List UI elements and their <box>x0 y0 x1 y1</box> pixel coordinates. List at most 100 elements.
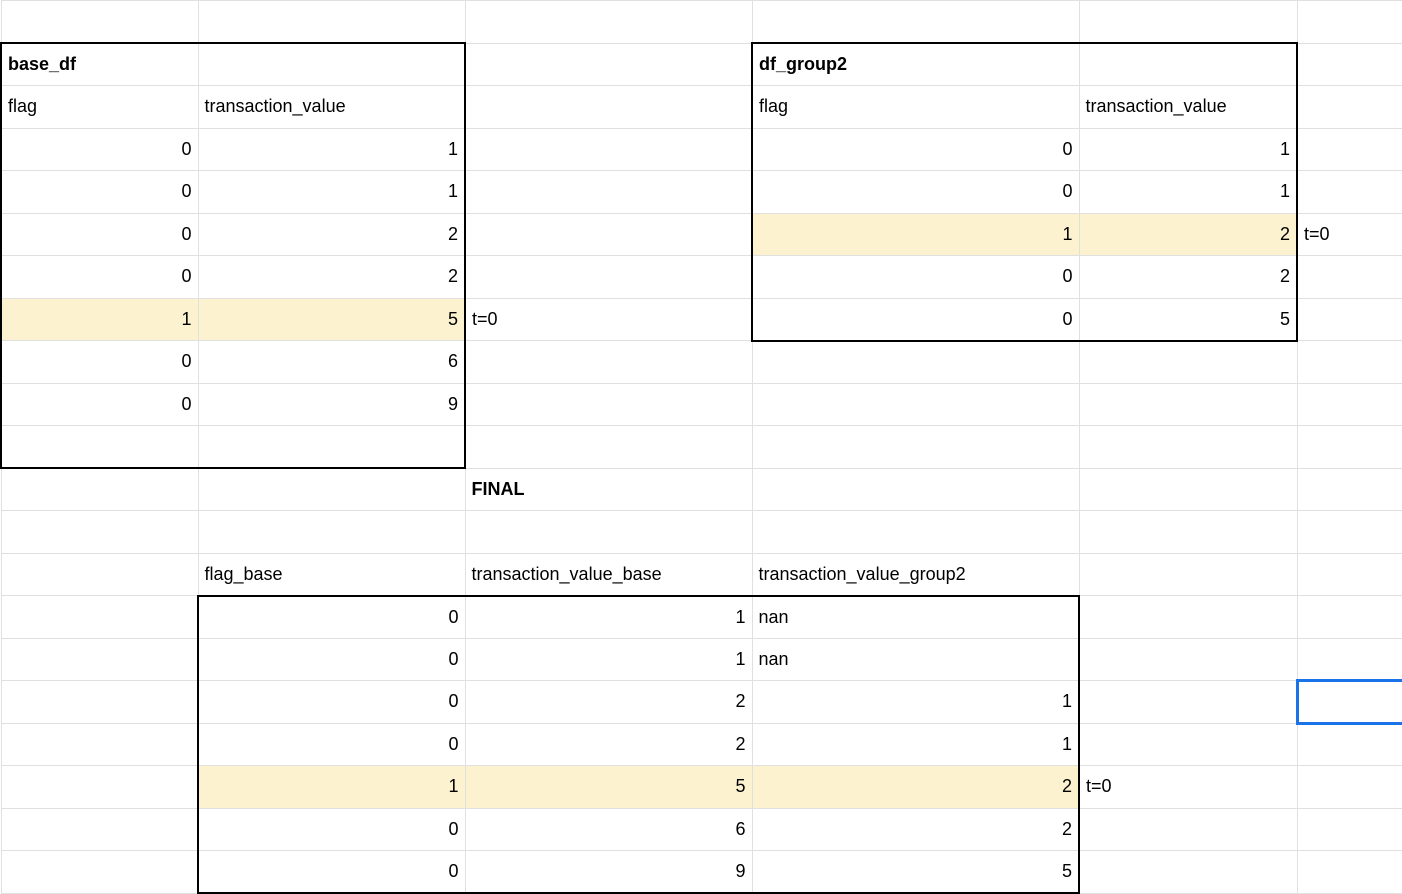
cell[interactable] <box>1297 468 1402 511</box>
cell[interactable] <box>465 171 752 214</box>
final-flag[interactable]: 0 <box>198 851 465 894</box>
final-txn-base-highlight[interactable]: 5 <box>465 766 752 809</box>
cell[interactable] <box>1 766 198 809</box>
cell[interactable] <box>465 383 752 426</box>
spreadsheet[interactable]: base_df df_group2 flag transaction_value… <box>0 0 1402 894</box>
cell[interactable] <box>465 256 752 299</box>
data-row[interactable]: 1 5 2 t=0 <box>1 766 1402 809</box>
base-txn-highlight[interactable]: 5 <box>198 298 465 341</box>
final-flag[interactable]: 0 <box>198 638 465 681</box>
data-row[interactable]: 1 5 t=0 0 5 <box>1 298 1402 341</box>
final-flag[interactable]: 0 <box>198 723 465 766</box>
cell[interactable] <box>465 511 752 554</box>
row-titles[interactable]: base_df df_group2 <box>1 43 1402 86</box>
cell[interactable] <box>1297 171 1402 214</box>
cell[interactable] <box>1 681 198 724</box>
base-txn[interactable]: 1 <box>198 171 465 214</box>
cell[interactable] <box>1297 383 1402 426</box>
cell[interactable] <box>1079 43 1297 86</box>
g2-txn[interactable]: 1 <box>1079 171 1297 214</box>
cell[interactable] <box>1079 426 1297 469</box>
cell[interactable] <box>1 596 198 639</box>
base-flag[interactable]: 0 <box>1 213 198 256</box>
final-txn-base[interactable]: 2 <box>465 681 752 724</box>
cell[interactable] <box>752 383 1079 426</box>
cell[interactable] <box>465 128 752 171</box>
cell[interactable] <box>1 468 198 511</box>
base-txn[interactable]: 2 <box>198 213 465 256</box>
final-txn-g2[interactable]: nan <box>752 596 1079 639</box>
cell[interactable] <box>465 86 752 129</box>
final-txn-base[interactable]: 1 <box>465 638 752 681</box>
data-row[interactable]: 0 9 <box>1 383 1402 426</box>
data-row[interactable] <box>1 426 1402 469</box>
cell[interactable] <box>1297 86 1402 129</box>
g2-flag[interactable]: 0 <box>752 128 1079 171</box>
cell[interactable] <box>465 43 752 86</box>
cell[interactable] <box>1297 298 1402 341</box>
cell[interactable] <box>465 426 752 469</box>
final-flag[interactable]: 0 <box>198 681 465 724</box>
final-txn-g2[interactable]: nan <box>752 638 1079 681</box>
cell[interactable] <box>1297 596 1402 639</box>
cell[interactable] <box>1079 851 1297 894</box>
cell[interactable] <box>1297 553 1402 596</box>
g2-flag-highlight[interactable]: 1 <box>752 213 1079 256</box>
data-row[interactable]: 0 1 nan <box>1 596 1402 639</box>
cell[interactable] <box>1 723 198 766</box>
cell[interactable] <box>1079 638 1297 681</box>
data-row[interactable]: 0 9 5 <box>1 851 1402 894</box>
base-flag-highlight[interactable]: 1 <box>1 298 198 341</box>
cell[interactable] <box>752 511 1079 554</box>
g2-flag[interactable]: 0 <box>752 256 1079 299</box>
final-txn-base[interactable]: 6 <box>465 808 752 851</box>
final-flag-highlight[interactable]: 1 <box>198 766 465 809</box>
cell[interactable] <box>1 553 198 596</box>
data-row[interactable]: 0 1 nan <box>1 638 1402 681</box>
base-flag[interactable]: 0 <box>1 383 198 426</box>
final-txn-g2[interactable]: 5 <box>752 851 1079 894</box>
data-row[interactable]: 0 2 1 2 t=0 <box>1 213 1402 256</box>
cell[interactable] <box>198 43 465 86</box>
cell[interactable] <box>1079 553 1297 596</box>
cell[interactable] <box>1297 766 1402 809</box>
final-txn-base[interactable]: 1 <box>465 596 752 639</box>
data-row[interactable]: 0 2 1 <box>1 681 1402 724</box>
data-row[interactable]: 0 6 2 <box>1 808 1402 851</box>
cell[interactable] <box>1 808 198 851</box>
cell[interactable] <box>1079 383 1297 426</box>
data-row[interactable]: 0 1 0 1 <box>1 128 1402 171</box>
g2-txn-highlight[interactable]: 2 <box>1079 213 1297 256</box>
base-flag[interactable]: 0 <box>1 171 198 214</box>
final-txn-g2-highlight[interactable]: 2 <box>752 766 1079 809</box>
data-row[interactable]: 0 1 0 1 <box>1 171 1402 214</box>
cell[interactable] <box>198 511 465 554</box>
cell[interactable] <box>1079 723 1297 766</box>
row-headers[interactable]: flag transaction_value flag transaction_… <box>1 86 1402 129</box>
g2-txn[interactable]: 1 <box>1079 128 1297 171</box>
row-final-headers[interactable]: flag_base transaction_value_base transac… <box>1 553 1402 596</box>
cell[interactable] <box>465 213 752 256</box>
base-txn[interactable]: 9 <box>198 383 465 426</box>
cell[interactable] <box>1 511 198 554</box>
cell[interactable] <box>1297 128 1402 171</box>
final-txn-g2[interactable]: 1 <box>752 723 1079 766</box>
cell[interactable] <box>1079 596 1297 639</box>
cell[interactable] <box>1079 681 1297 724</box>
cell[interactable] <box>1 851 198 894</box>
cell[interactable] <box>465 341 752 384</box>
active-cell-selection[interactable] <box>1297 681 1402 724</box>
final-txn-g2[interactable]: 2 <box>752 808 1079 851</box>
g2-flag[interactable]: 0 <box>752 298 1079 341</box>
cell[interactable] <box>198 426 465 469</box>
data-row[interactable]: 0 6 <box>1 341 1402 384</box>
data-row[interactable] <box>1 511 1402 554</box>
cell[interactable] <box>1297 43 1402 86</box>
data-row[interactable]: 0 2 1 <box>1 723 1402 766</box>
cell[interactable] <box>1079 511 1297 554</box>
final-flag[interactable]: 0 <box>198 596 465 639</box>
cell[interactable] <box>1297 511 1402 554</box>
cell[interactable] <box>1297 341 1402 384</box>
base-txn[interactable]: 1 <box>198 128 465 171</box>
final-flag[interactable]: 0 <box>198 808 465 851</box>
